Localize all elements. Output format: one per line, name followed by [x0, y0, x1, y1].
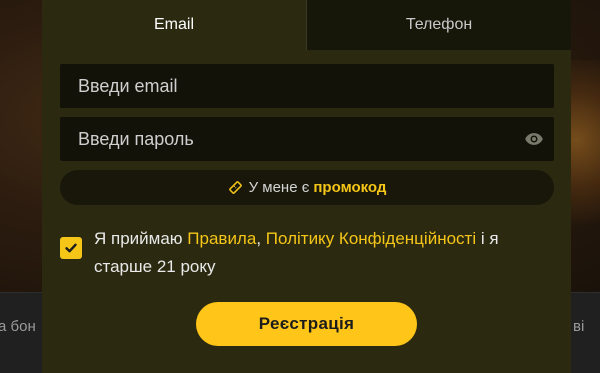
rules-link[interactable]: Правила — [187, 229, 256, 248]
tab-email[interactable]: Email — [42, 0, 306, 50]
background-text-right: ві — [573, 318, 585, 335]
email-field[interactable] — [60, 64, 554, 108]
password-field[interactable] — [60, 117, 554, 161]
ticket-icon — [228, 181, 242, 194]
email-input[interactable] — [78, 75, 554, 97]
registration-modal: Email Телефон У мене є промокод Я — [42, 0, 571, 373]
promo-code-toggle[interactable]: У мене є промокод — [60, 170, 554, 205]
consent-text: Я приймаю Правила, Політику Конфіденційн… — [94, 225, 534, 281]
password-input[interactable] — [78, 128, 554, 150]
terms-consent: Я приймаю Правила, Політику Конфіденційн… — [60, 225, 554, 280]
checkmark-icon — [65, 243, 77, 253]
promo-link[interactable]: промокод — [313, 179, 386, 196]
eye-icon[interactable] — [524, 129, 544, 149]
register-button[interactable]: Реєстрація — [196, 302, 417, 346]
promo-text: У мене є — [248, 179, 310, 196]
consent-part1: Я приймаю — [94, 229, 183, 248]
consent-separator: , — [256, 229, 262, 248]
auth-method-tabs: Email Телефон — [42, 0, 571, 50]
privacy-policy-link[interactable]: Політику Конфіденційності — [266, 229, 476, 248]
background-text-left: а бон — [0, 318, 36, 335]
terms-checkbox[interactable] — [60, 237, 82, 259]
tab-phone[interactable]: Телефон — [306, 0, 571, 50]
